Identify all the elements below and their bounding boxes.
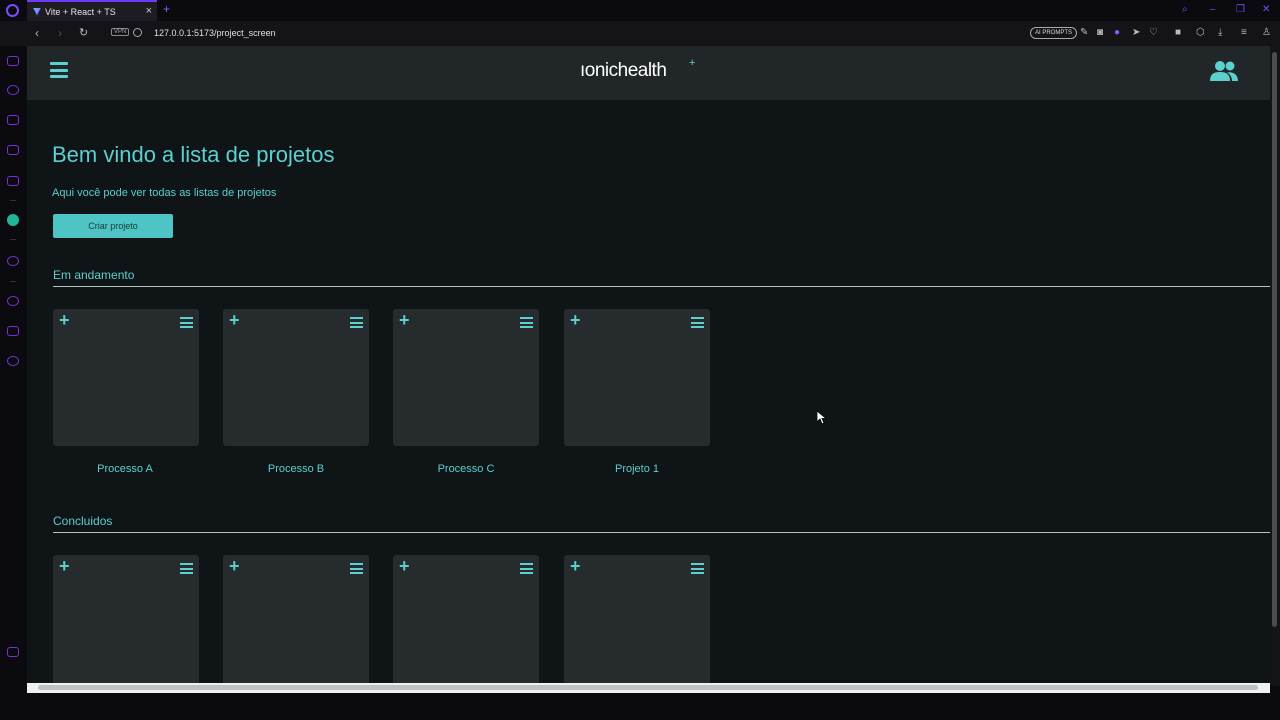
ai-prompts-button[interactable]: AI PROMPTS: [1030, 27, 1078, 39]
twitch-icon[interactable]: [7, 145, 19, 155]
cube-icon[interactable]: ⬡: [1196, 27, 1205, 38]
restore-icon[interactable]: ❐: [1236, 4, 1245, 15]
forward-icon[interactable]: ›: [58, 26, 62, 40]
add-icon[interactable]: +: [59, 556, 70, 577]
card-menu-icon[interactable]: [691, 563, 704, 574]
browser-window: Vite + React + TS × + ⌕ – ❐ ✕ ‹ › ↻ VPN …: [0, 0, 1280, 720]
browser-sidebar: [0, 46, 27, 686]
project-card[interactable]: +: [564, 555, 710, 686]
create-project-button[interactable]: Criar projeto: [53, 214, 173, 238]
project-card-label: Processo A: [97, 463, 153, 475]
project-card-label: Projeto 1: [614, 463, 660, 475]
new-tab-button[interactable]: +: [163, 2, 170, 16]
back-icon[interactable]: ‹: [35, 26, 39, 40]
instagram-icon[interactable]: [7, 176, 19, 186]
download-icon[interactable]: ⤓: [1218, 27, 1222, 38]
chatgpt-icon[interactable]: [7, 214, 19, 226]
app-header: ıonichealth +: [27, 46, 1270, 100]
vpn-badge[interactable]: VPN: [111, 28, 130, 36]
project-card[interactable]: +: [53, 555, 199, 686]
site-info-icon[interactable]: [133, 28, 142, 37]
project-card[interactable]: +: [223, 309, 369, 446]
card-menu-icon[interactable]: [180, 563, 193, 574]
card-menu-icon[interactable]: [520, 563, 533, 574]
brand-logo: ıonichealth: [580, 60, 667, 81]
card-menu-icon[interactable]: [520, 317, 533, 328]
add-icon[interactable]: +: [229, 310, 240, 331]
edit-icon[interactable]: ✎: [1080, 27, 1088, 38]
page-viewport: ıonichealth + Bem vindo a lista de proje…: [27, 46, 1270, 686]
project-card[interactable]: +: [53, 309, 199, 446]
section-divider: [53, 532, 1270, 533]
project-card-label: Processo C: [437, 463, 495, 475]
sidebar-divider: [10, 239, 16, 240]
add-icon[interactable]: +: [570, 556, 581, 577]
menu-icon[interactable]: [50, 62, 68, 78]
card-menu-icon[interactable]: [350, 563, 363, 574]
minimize-icon[interactable]: –: [1210, 4, 1216, 15]
section-heading-completed: Concluidos: [53, 514, 113, 528]
tab-close-icon[interactable]: ×: [146, 5, 152, 17]
url-field[interactable]: 127.0.0.1:5173/project_screen: [154, 28, 276, 38]
heart-icon[interactable]: ♡: [1149, 27, 1158, 38]
sidebar-divider: [10, 281, 16, 282]
box-icon[interactable]: [7, 326, 19, 336]
users-icon[interactable]: [1209, 60, 1239, 82]
project-card[interactable]: +: [223, 555, 369, 686]
close-window-icon[interactable]: ✕: [1262, 4, 1270, 15]
settings-icon[interactable]: [7, 356, 19, 366]
project-card-label: Processo B: [267, 463, 325, 475]
gallery-icon[interactable]: [7, 647, 19, 657]
reload-icon[interactable]: ↻: [79, 26, 88, 39]
easy-setup-icon[interactable]: ≡: [1241, 27, 1247, 38]
tab-title: Vite + React + TS: [45, 6, 116, 17]
card-menu-icon[interactable]: [350, 317, 363, 328]
project-card[interactable]: +: [393, 555, 539, 686]
horizontal-scrollbar-thumb[interactable]: [38, 685, 1258, 690]
history-icon[interactable]: [7, 296, 19, 306]
speed-icon[interactable]: [7, 85, 19, 95]
square-extension-icon[interactable]: ■: [1175, 27, 1181, 38]
add-icon[interactable]: +: [399, 310, 410, 331]
search-tabs-icon[interactable]: ⌕: [1182, 4, 1188, 15]
tv-icon[interactable]: [7, 115, 19, 125]
add-icon[interactable]: +: [229, 556, 240, 577]
mouse-cursor-icon: [817, 411, 827, 425]
vertical-scrollbar-thumb[interactable]: [1272, 52, 1277, 627]
opera-logo-icon[interactable]: [6, 4, 19, 17]
camera-icon[interactable]: ◙: [1097, 27, 1103, 38]
add-icon[interactable]: +: [570, 310, 581, 331]
section-divider: [53, 286, 1270, 287]
vite-favicon-icon: [33, 7, 41, 16]
project-card[interactable]: +: [564, 309, 710, 446]
send-icon[interactable]: ➤: [1132, 27, 1140, 38]
profile-icon[interactable]: ♙: [1262, 27, 1271, 38]
page-subtitle: Aqui você pode ver todas as listas de pr…: [52, 187, 277, 199]
tab-strip: Vite + React + TS × + ⌕ – ❐ ✕: [0, 0, 1280, 21]
extension-icon[interactable]: ●: [1114, 27, 1120, 38]
brand-plus-icon: +: [689, 57, 696, 69]
page-title: Bem vindo a lista de projetos: [52, 142, 335, 167]
sidebar-divider: [10, 200, 16, 201]
gamepad-icon[interactable]: [7, 56, 19, 66]
add-icon[interactable]: +: [59, 310, 70, 331]
address-bar: ‹ › ↻ VPN 127.0.0.1:5173/project_screen …: [0, 21, 1280, 46]
card-menu-icon[interactable]: [180, 317, 193, 328]
card-menu-icon[interactable]: [691, 317, 704, 328]
add-icon[interactable]: +: [399, 556, 410, 577]
tab-active[interactable]: Vite + React + TS ×: [27, 0, 157, 21]
project-card[interactable]: +: [393, 309, 539, 446]
section-heading-in-progress: Em andamento: [53, 268, 135, 282]
player-icon[interactable]: [7, 256, 19, 266]
